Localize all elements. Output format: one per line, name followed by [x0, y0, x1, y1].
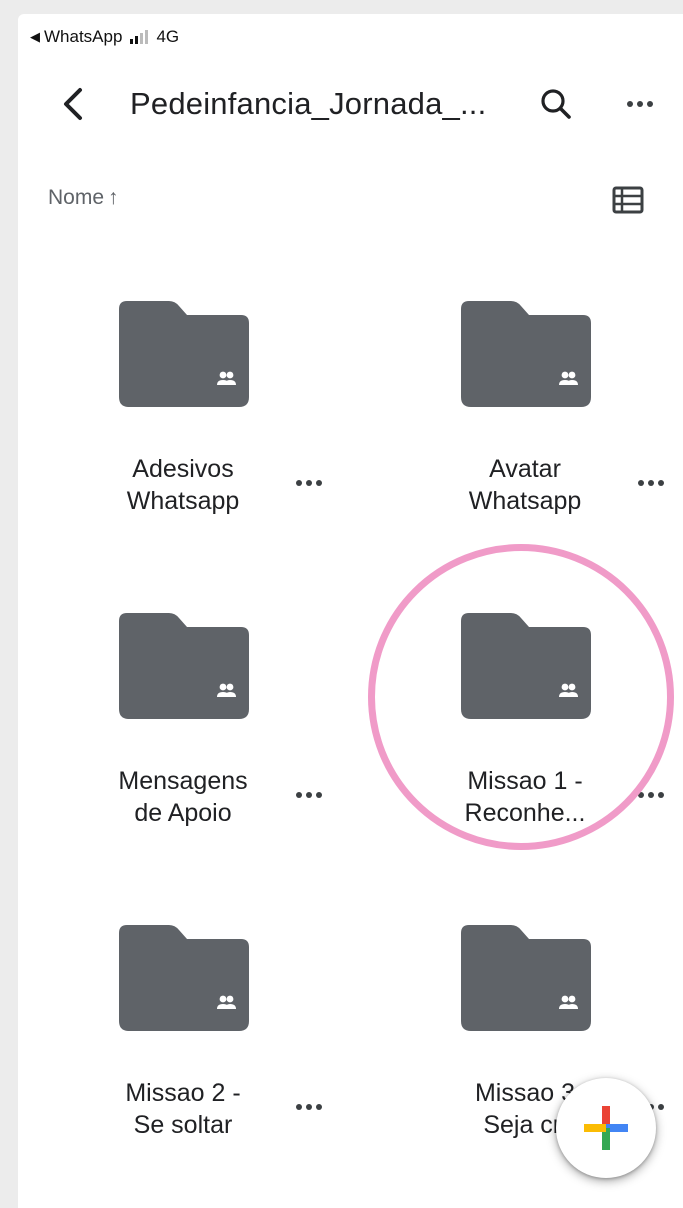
folder-name-line: Mensagens — [118, 767, 248, 795]
folder-item[interactable]: Mensagens de Apoio — [33, 613, 333, 873]
more-horizontal-icon — [289, 1095, 329, 1119]
list-view-icon — [612, 186, 644, 214]
folder-more-button[interactable] — [289, 783, 329, 807]
shared-folder-icon — [461, 613, 591, 719]
sort-arrow-icon: ↑ — [108, 186, 119, 209]
folder-name: Avatar Whatsapp — [375, 453, 675, 517]
folder-name-line: Whatsapp — [468, 487, 582, 515]
more-options-button[interactable] — [620, 84, 660, 124]
folder-more-button[interactable] — [289, 1095, 329, 1119]
shared-folder-icon — [119, 301, 249, 407]
folder-name: Missao 1 - Reconhe... — [375, 765, 675, 829]
folder-name-line: Reconhe... — [464, 799, 586, 827]
sort-control[interactable]: Nome ↑ — [48, 186, 119, 210]
folder-more-button[interactable] — [631, 783, 671, 807]
drive-screen: ◀ WhatsApp 4G Pedeinfancia_Jornada_... N… — [18, 14, 683, 1208]
more-horizontal-icon — [289, 783, 329, 807]
signal-strength-icon — [130, 30, 149, 44]
more-horizontal-icon — [620, 84, 660, 124]
back-to-app-label[interactable]: WhatsApp — [44, 27, 122, 47]
shared-folder-icon — [119, 925, 249, 1031]
search-icon — [541, 89, 571, 119]
more-horizontal-icon — [631, 471, 671, 495]
shared-folder-icon — [461, 301, 591, 407]
folder-name: Adesivos Whatsapp — [33, 453, 333, 517]
folder-name-line: Whatsapp — [126, 487, 240, 515]
plus-icon — [584, 1106, 628, 1150]
back-to-app-icon[interactable]: ◀ — [30, 29, 40, 45]
folder-more-button[interactable] — [631, 471, 671, 495]
sort-label: Nome — [48, 186, 105, 209]
folder-title: Pedeinfancia_Jornada_... — [130, 86, 487, 121]
list-view-button[interactable] — [612, 186, 644, 214]
folder-item[interactable]: Missao 2 - Se soltar — [33, 925, 333, 1185]
folder-name-line: Avatar — [489, 455, 561, 483]
shared-folder-icon — [119, 613, 249, 719]
status-bar: ◀ WhatsApp 4G — [30, 24, 179, 50]
folder-item[interactable]: Missao 1 - Reconhe... — [375, 613, 675, 873]
app-toolbar: Pedeinfancia_Jornada_... — [18, 76, 683, 132]
folder-name-line: Missao 2 - — [125, 1079, 241, 1107]
chevron-left-icon — [64, 88, 82, 120]
search-button[interactable] — [536, 84, 576, 124]
folder-more-button[interactable] — [289, 471, 329, 495]
folder-name-line: Se soltar — [133, 1111, 233, 1139]
folder-item[interactable]: Adesivos Whatsapp — [33, 301, 333, 561]
folder-name: Mensagens de Apoio — [33, 765, 333, 829]
folder-name-line: Missao 1 - — [467, 767, 583, 795]
more-horizontal-icon — [631, 783, 671, 807]
new-button[interactable] — [556, 1078, 656, 1178]
folder-name: Missao 2 - Se soltar — [33, 1077, 333, 1141]
back-button[interactable] — [54, 84, 94, 124]
shared-folder-icon — [461, 925, 591, 1031]
folder-name-line: Adesivos — [132, 455, 234, 483]
network-type: 4G — [156, 27, 180, 46]
folder-item[interactable]: Avatar Whatsapp — [375, 301, 675, 561]
more-horizontal-icon — [289, 471, 329, 495]
folder-name-line: de Apoio — [134, 799, 232, 827]
